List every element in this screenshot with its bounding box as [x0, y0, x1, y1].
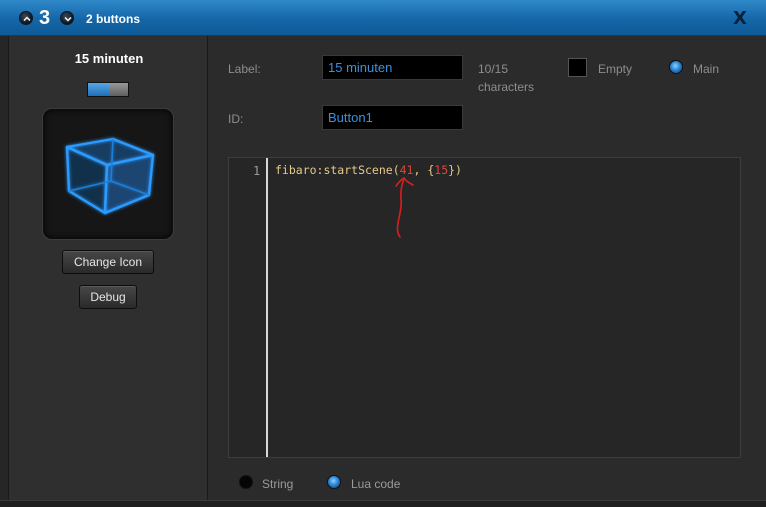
bottom-border [0, 500, 766, 507]
id-caption: ID: [228, 112, 244, 126]
id-input[interactable]: Button1 [322, 105, 463, 130]
chevron-up-icon [23, 16, 31, 22]
string-radio[interactable] [239, 475, 253, 489]
character-counter: 10/15 characters [478, 60, 534, 96]
gutter-divider [266, 158, 268, 457]
arrow-up-button[interactable] [19, 11, 33, 25]
chevron-down-icon [64, 16, 72, 22]
title-bar: 3 2 buttons X [0, 0, 766, 36]
lua-code-label: Lua code [351, 477, 401, 491]
icon-preview[interactable] [42, 108, 174, 240]
button-preview-panel: 15 minuten Change Icon Debug [8, 36, 208, 507]
main-radio[interactable] [669, 60, 683, 74]
label-caption: Label: [228, 62, 261, 76]
code-close: }) [448, 163, 462, 177]
code-call: fibaro:startScene( [275, 163, 400, 177]
button-name-label: 15 minuten [74, 51, 144, 66]
change-icon-button[interactable]: Change Icon [62, 250, 154, 274]
empty-label: Empty [598, 62, 633, 76]
toggle-off-segment [109, 83, 128, 96]
window-title: 2 buttons [86, 12, 140, 26]
empty-checkbox[interactable] [568, 58, 587, 77]
string-label: String [262, 477, 294, 491]
code-argument: 15 [434, 163, 449, 177]
close-button[interactable]: X [733, 8, 747, 29]
code-line[interactable]: fibaro:startScene(41, {15}) [275, 163, 462, 177]
3d-cube-icon [65, 137, 155, 215]
arrow-down-button[interactable] [60, 11, 74, 25]
hand-drawn-arrow-annotation [395, 176, 414, 238]
debug-button[interactable]: Debug [79, 285, 137, 309]
lua-code-editor[interactable]: 1 fibaro:startScene(41, {15}) [228, 157, 741, 458]
button-settings-panel: Label: 15 minuten 10/15 characters Empty… [209, 36, 766, 507]
state-toggle[interactable] [87, 82, 129, 97]
button-count: 3 [39, 7, 51, 29]
line-number: 1 [253, 164, 261, 178]
counter-unit: characters [478, 80, 535, 94]
left-gutter [0, 36, 8, 507]
label-input[interactable]: 15 minuten [322, 55, 463, 80]
toggle-on-segment [88, 83, 109, 96]
lua-code-radio[interactable] [327, 475, 341, 489]
main-label: Main [693, 62, 720, 76]
counter-value: 10/15 [478, 62, 509, 76]
